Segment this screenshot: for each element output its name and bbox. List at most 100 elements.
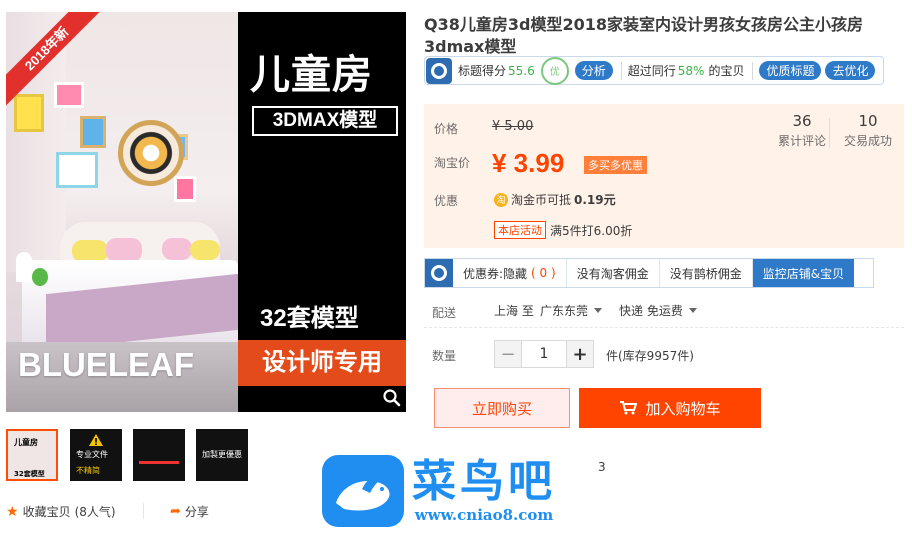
stock-text: 件(库存9957件) <box>606 349 694 363</box>
coupon-bar: 优惠券:隐藏 ( 0 ) 没有淘客佣金 没有鹊桥佣金 监控店铺&宝贝 <box>424 258 874 288</box>
divider <box>424 327 904 328</box>
reviews-label: 累计评论 <box>778 134 827 148</box>
buy-now-button[interactable]: 立即购买 <box>434 388 570 428</box>
express-select[interactable]: 快递 免运费 <box>619 302 697 319</box>
current-price: ¥ 3.99 <box>492 148 565 178</box>
monitor-button[interactable]: 监控店铺&宝贝 <box>752 259 855 287</box>
brand-logo: BLUELEAF <box>18 346 194 383</box>
share-label: 分享 <box>184 505 209 519</box>
original-price: ¥ 5.00 <box>492 119 534 134</box>
seo-bar: 标题得分 55.6 优 分析 超过同行 58% 的宝贝 优质标题 去优化 <box>424 56 884 85</box>
promo-panel: 儿童房 3DMAX模型 32套模型 设计师专用 <box>238 12 406 412</box>
quantity-plus-button[interactable]: + <box>566 340 594 368</box>
no-commission: 没有淘客佣金 <box>567 259 660 287</box>
beat-suffix: 的宝贝 <box>708 64 745 78</box>
thumbnail-1[interactable]: 儿童房 32套模型 <box>6 429 58 481</box>
price-box: 价格 ¥ 5.00 淘宝价 ¥ 3.99 多买多优惠 36 累计评论 10 交易… <box>424 104 904 248</box>
image-sets: 32套模型 <box>260 305 359 332</box>
taobao-price-label: 淘宝价 <box>434 156 471 170</box>
coupon-count: ( 0 ) <box>531 266 556 280</box>
ship-destination-select[interactable]: 广东东莞 <box>540 302 603 319</box>
promo-tag: 多买多优惠 <box>584 156 647 174</box>
room-photo: 2018年新 BLUELEAF <box>6 12 238 412</box>
image-designer-banner: 设计师专用 <box>238 340 406 386</box>
watermark-text: 菜鸟吧 <box>412 456 556 507</box>
watermark: 菜鸟吧 www.cniao8.com <box>322 452 600 530</box>
thumbnail-3[interactable] <box>133 429 185 481</box>
beat-percent: 58% <box>677 63 705 78</box>
cart-icon <box>620 401 638 415</box>
ship-from: 上海 至 <box>494 302 534 319</box>
coin-value: 0.19元 <box>574 193 616 207</box>
chevron-down-icon <box>688 308 697 313</box>
reviews-count: 36 <box>792 112 812 130</box>
divider <box>829 118 830 148</box>
deals-count: 10 <box>858 112 878 130</box>
plugin-logo-icon <box>425 259 453 287</box>
buy-now-label: 立即购买 <box>471 399 532 418</box>
shop-activity-tag: 本店活动 <box>494 221 546 239</box>
zoom-icon[interactable] <box>382 388 402 408</box>
deals-label: 交易成功 <box>844 134 893 148</box>
price-label: 价格 <box>434 122 459 136</box>
quantity-label: 数量 <box>432 349 457 363</box>
optimize-button[interactable]: 去优化 <box>825 61 876 80</box>
reviews-stat[interactable]: 36 累计评论 <box>778 112 826 149</box>
no-commission-text: 没有淘客佣金 <box>576 266 649 281</box>
title-score: 55.6 <box>508 63 535 78</box>
star-icon: ★ <box>6 503 19 520</box>
favorite-label: 收藏宝贝 <box>22 505 71 519</box>
no-bridge-text: 没有鹊桥佣金 <box>669 266 742 281</box>
add-to-cart-button[interactable]: 加入购物车 <box>579 388 761 428</box>
main-product-image[interactable]: 2018年新 BLUELEAF 儿童房 3DMAX模型 32套模型 设计师专用 <box>6 12 406 412</box>
taobao-coin-icon: 淘 <box>494 192 508 207</box>
title-score-label: 标题得分 <box>458 64 507 78</box>
image-badge: 3DMAX模型 <box>252 106 398 136</box>
product-page: 2018年新 BLUELEAF 儿童房 3DMAX模型 32套模型 设计师专用 … <box>0 0 912 538</box>
divider <box>752 61 754 80</box>
discount-label: 优惠 <box>434 194 459 208</box>
thumbnail-4-text: 加製更優惠 <box>202 450 242 459</box>
quality-title-button[interactable]: 优质标题 <box>759 61 822 80</box>
deals-stat: 10 交易成功 <box>844 112 892 149</box>
add-to-cart-label: 加入购物车 <box>645 399 721 418</box>
quantity-minus-button[interactable]: − <box>494 340 522 368</box>
coin-discount: 淘 淘金币可抵 0.19元 <box>494 191 616 208</box>
partial-text: 3 <box>598 460 606 474</box>
quantity-stepper: − 1 + <box>494 340 594 368</box>
thumbnail-1-subtext: 32套模型 <box>14 470 45 478</box>
share-icon: ➦ <box>170 504 181 519</box>
bird-logo-icon <box>322 455 404 527</box>
favorite-count: (8人气) <box>74 505 116 519</box>
coupon-hidden[interactable]: 优惠券:隐藏 ( 0 ) <box>453 259 567 287</box>
shop-activity-text: 满5件打6.00折 <box>550 223 633 238</box>
ship-from-text: 上海 至 <box>494 304 534 318</box>
quantity-input[interactable]: 1 <box>522 340 566 368</box>
monitor-text: 监控店铺&宝贝 <box>762 266 845 281</box>
chevron-down-icon <box>594 308 603 313</box>
image-headline: 儿童房 <box>250 53 373 97</box>
divider <box>143 503 144 519</box>
beat-label: 超过同行 <box>627 64 676 78</box>
watermark-url: www.cniao8.com <box>414 506 554 524</box>
share-button[interactable]: ➦ 分享 <box>170 503 209 520</box>
shipping-label: 配送 <box>432 306 457 320</box>
thumbnail-2-text: 专业文件 <box>76 450 108 459</box>
quality-stamp-text: 优 <box>549 67 560 78</box>
thumbnail-1-text: 儿童房 <box>14 438 38 447</box>
ship-destination: 广东东莞 <box>540 304 589 318</box>
favorite-button[interactable]: ★ 收藏宝贝 (8人气) <box>6 503 116 520</box>
analyze-button[interactable]: 分析 <box>574 61 613 80</box>
shop-activity: 本店活动 满5件打6.00折 <box>494 221 632 239</box>
thumbnail-2-subtext: 不精简 <box>76 466 100 475</box>
plugin-logo-icon <box>426 57 452 84</box>
coupon-label: 优惠券:隐藏 <box>463 266 528 281</box>
product-title: Q38儿童房3d模型2018家装室内设计男孩女孩房公主小孩房3dmax模型 <box>424 15 863 56</box>
thumbnail-4[interactable]: 加製更優惠 <box>196 429 248 481</box>
divider <box>620 61 622 80</box>
no-bridge-commission: 没有鹊桥佣金 <box>660 259 753 287</box>
thumbnail-2[interactable]: 专业文件 不精简 <box>70 429 122 481</box>
quality-stamp-icon: 优 <box>540 56 569 85</box>
express-text: 快递 免运费 <box>619 304 683 318</box>
coin-text: 淘金币可抵 <box>511 193 572 207</box>
